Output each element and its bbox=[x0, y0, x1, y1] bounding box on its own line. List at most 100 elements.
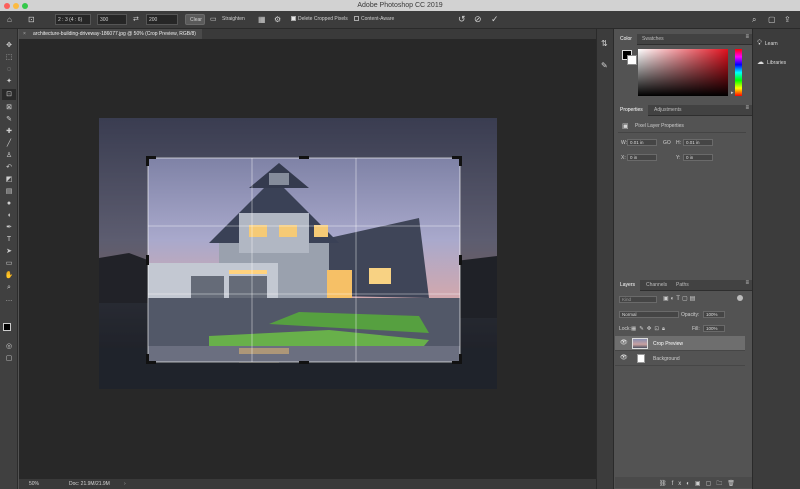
gradient-tool-icon[interactable]: ▤ bbox=[2, 186, 16, 197]
foreground-color-swatch[interactable] bbox=[3, 323, 11, 331]
crop-tool-icon[interactable]: ⊡ bbox=[2, 89, 16, 100]
layer-filter-kind[interactable]: Kind bbox=[619, 296, 657, 303]
pen-tool-icon[interactable]: ✒ bbox=[2, 222, 16, 233]
history-brush-tool-icon[interactable]: ↶ bbox=[2, 162, 16, 173]
overlay-grid-icon[interactable]: ▦ bbox=[258, 14, 266, 25]
straighten-icon[interactable]: ▭ bbox=[210, 14, 217, 25]
share-icon[interactable]: ⇪ bbox=[784, 14, 791, 25]
properties-section-title: Pixel Layer Properties bbox=[635, 123, 684, 129]
eyedropper-tool-icon[interactable]: ✎ bbox=[2, 114, 16, 125]
path-selection-tool-icon[interactable]: ➤ bbox=[2, 246, 16, 257]
y-field[interactable]: 0 in bbox=[683, 154, 713, 161]
crop-tool-icon[interactable]: ⊡ bbox=[28, 14, 35, 25]
lock-icons[interactable]: ▦✎✥⊡🔒︎ bbox=[631, 326, 668, 333]
content-aware-checkbox[interactable]: Content-Aware bbox=[354, 14, 394, 25]
layer-name[interactable]: Background bbox=[653, 356, 680, 362]
tab-swatches[interactable]: Swatches bbox=[637, 34, 669, 45]
link-dimensions-icon[interactable]: GO bbox=[663, 140, 671, 146]
close-window-button[interactable] bbox=[4, 2, 10, 9]
learn-button[interactable]: 💡︎ Learn bbox=[757, 37, 797, 51]
content-aware-label: Content-Aware bbox=[361, 16, 395, 22]
layer-row[interactable]: 👁︎ Crop Preview bbox=[615, 336, 745, 351]
crop-height-field[interactable]: 200 bbox=[146, 14, 178, 25]
layer-row[interactable]: 👁︎ Background bbox=[615, 351, 745, 366]
layer-filter-icons[interactable]: ▣◐T▢▤ bbox=[663, 295, 697, 302]
width-field[interactable]: 0.01 in bbox=[627, 139, 657, 146]
screen-mode-icon[interactable]: ▢ bbox=[2, 353, 16, 364]
lightbulb-icon: 💡︎ bbox=[757, 40, 762, 47]
tab-color[interactable]: Color bbox=[615, 34, 637, 45]
blend-mode-select[interactable]: Normal bbox=[619, 311, 679, 318]
magic-wand-tool-icon[interactable]: ✦ bbox=[2, 76, 16, 87]
frame-tool-icon[interactable]: ⊠ bbox=[2, 102, 16, 113]
move-tool-icon[interactable]: ✥ bbox=[2, 40, 16, 51]
workspace-icon[interactable]: ▢ bbox=[768, 14, 776, 25]
height-field[interactable]: 0.01 in bbox=[683, 139, 713, 146]
swap-dimensions-icon[interactable]: ⇄ bbox=[133, 14, 139, 25]
history-panel-icon[interactable]: ⇅ bbox=[601, 39, 608, 48]
type-tool-icon[interactable]: T bbox=[2, 234, 16, 245]
color-field[interactable] bbox=[638, 49, 728, 96]
search-icon[interactable]: ⌕ bbox=[752, 14, 756, 25]
tab-layers[interactable]: Layers bbox=[615, 280, 641, 291]
libraries-button[interactable]: ☁︎ Libraries bbox=[757, 56, 797, 70]
lock-label: Lock: bbox=[619, 326, 631, 332]
window-title: Adobe Photoshop CC 2019 bbox=[357, 2, 443, 9]
rectangle-tool-icon[interactable]: ▭ bbox=[2, 258, 16, 269]
zoom-level[interactable]: 50% bbox=[29, 479, 39, 489]
more-tools-icon[interactable]: … bbox=[2, 294, 16, 305]
fill-field[interactable]: 100% bbox=[703, 325, 725, 332]
clear-button[interactable]: Clear bbox=[185, 14, 205, 25]
cancel-crop-icon[interactable]: ⊘ bbox=[474, 14, 482, 25]
panel-menu-icon[interactable]: ≡ bbox=[745, 105, 749, 111]
tab-properties[interactable]: Properties bbox=[615, 105, 648, 116]
panel-menu-icon[interactable]: ≡ bbox=[745, 34, 749, 40]
reset-crop-icon[interactable]: ↺ bbox=[458, 14, 466, 25]
blur-tool-icon[interactable]: ● bbox=[2, 198, 16, 209]
status-expand-icon[interactable]: › bbox=[124, 479, 126, 489]
layer-thumbnail bbox=[637, 354, 645, 363]
fill-label: Fill: bbox=[692, 326, 700, 332]
brush-tool-icon[interactable]: ╱ bbox=[2, 138, 16, 149]
zoom-tool-icon[interactable]: ⌕ bbox=[2, 282, 16, 293]
straighten-button[interactable]: Straighten bbox=[222, 14, 245, 25]
commit-crop-icon[interactable]: ✓ bbox=[491, 14, 499, 25]
document-tab[interactable]: × architecture-building-driveway-186077.… bbox=[19, 29, 202, 39]
lasso-tool-icon[interactable]: ◌ bbox=[2, 64, 16, 75]
clone-stamp-tool-icon[interactable]: ♙ bbox=[2, 150, 16, 161]
visibility-eye-icon[interactable]: 👁︎ bbox=[620, 339, 628, 346]
delete-cropped-checkbox[interactable]: Delete Cropped Pixels bbox=[291, 14, 348, 25]
layers-panel-header: Layers Channels Paths ≡ bbox=[615, 280, 752, 291]
layer-action-icons[interactable]: ⛓fx◐▣▢🗀🗑︎ bbox=[659, 479, 740, 489]
crop-ratio-select[interactable]: 2 : 3 (4 : 6) bbox=[55, 14, 91, 25]
zoom-window-button[interactable] bbox=[22, 2, 28, 9]
panel-menu-icon[interactable]: ≡ bbox=[745, 280, 749, 286]
hue-slider[interactable] bbox=[735, 49, 742, 96]
home-icon[interactable]: ⌂ bbox=[7, 14, 12, 25]
hand-tool-icon[interactable]: ✋ bbox=[2, 270, 16, 281]
tab-channels[interactable]: Channels bbox=[641, 280, 672, 291]
marquee-tool-icon[interactable]: ⬚ bbox=[2, 52, 16, 63]
x-field[interactable]: 0 in bbox=[627, 154, 657, 161]
layer-name[interactable]: Crop Preview bbox=[653, 341, 683, 347]
document-image[interactable] bbox=[99, 118, 497, 389]
filter-toggle-icon[interactable] bbox=[737, 295, 743, 301]
checkbox-unchecked-icon bbox=[354, 16, 359, 22]
healing-brush-tool-icon[interactable]: ✚ bbox=[2, 126, 16, 137]
eraser-tool-icon[interactable]: ◩ bbox=[2, 174, 16, 185]
doc-size-info[interactable]: Doc: 21.9M/21.9M bbox=[69, 479, 110, 489]
dodge-tool-icon[interactable]: ◖ bbox=[2, 210, 16, 221]
brush-settings-panel-icon[interactable]: ✎ bbox=[601, 61, 608, 70]
visibility-eye-icon[interactable]: 👁︎ bbox=[620, 354, 628, 361]
tab-paths[interactable]: Paths bbox=[671, 280, 694, 291]
background-color-chip[interactable] bbox=[627, 55, 637, 65]
hue-slider-handle-icon[interactable]: ▸ bbox=[731, 90, 734, 96]
opacity-field[interactable]: 100% bbox=[703, 311, 725, 318]
close-tab-icon[interactable]: × bbox=[23, 29, 26, 39]
settings-gear-icon[interactable]: ⚙ bbox=[274, 14, 281, 25]
minimize-window-button[interactable] bbox=[13, 2, 19, 9]
right-dock: 💡︎ Learn ☁︎ Libraries bbox=[752, 29, 800, 489]
crop-width-field[interactable]: 300 bbox=[97, 14, 127, 25]
quick-mask-icon[interactable]: ◎ bbox=[2, 341, 16, 352]
tab-adjustments[interactable]: Adjustments bbox=[649, 105, 687, 116]
